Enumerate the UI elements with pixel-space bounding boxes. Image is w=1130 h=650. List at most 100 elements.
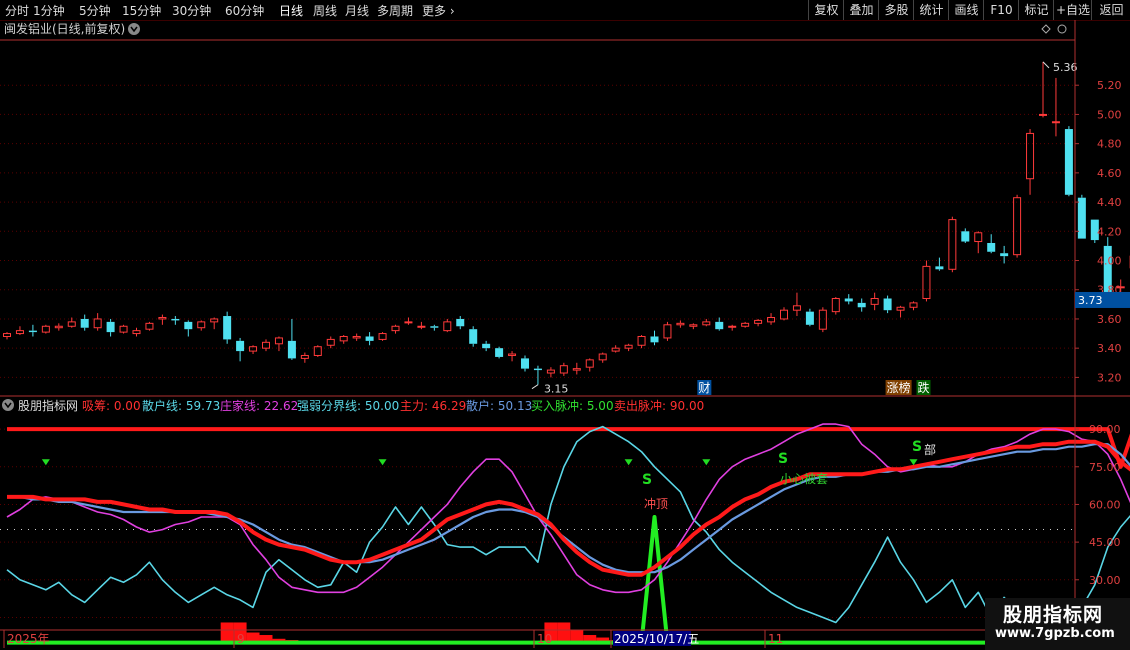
toolbar-item-3[interactable]: 15分钟 [122,2,161,19]
date-label-4: 11 [764,630,783,648]
toolbar-item-4[interactable]: 30分钟 [172,2,211,19]
event-marker-1: 涨榜 [885,380,912,395]
candle [391,324,400,334]
candle [417,321,426,330]
candle [922,260,931,302]
svg-text:2025年: 2025年 [7,632,50,646]
event-marker-2: 跌 [916,380,931,395]
svg-text:9: 9 [237,632,245,646]
candle [443,318,452,333]
toolbar-item-0[interactable]: 分时 [5,2,29,19]
candle [158,314,167,325]
svg-text:跌: 跌 [918,380,930,395]
candle [210,317,219,330]
candle [533,365,542,385]
toolbar-right-0[interactable]: 复权 [808,0,844,20]
stock-title: 闽发铝业(日线,前复权) [4,21,125,36]
toolbar-right-1[interactable]: 叠加 [843,0,879,20]
candle [883,295,892,314]
toolbar-right-5[interactable]: F10 [983,0,1019,20]
candle [663,321,672,341]
watermark-url: www.7gpzb.com [995,626,1115,641]
main-tick-label: 4.80 [1097,138,1122,151]
indicator-param-0: 吸筹: 0.00 [82,399,141,413]
candle [974,231,983,254]
toolbar: 分时 1分钟 5分钟 15分钟 30分钟 60分钟 日线 周线 月线 多周期 更多 › 复权 叠加 多股统… [0,0,1130,21]
main-tick-label: 3.20 [1097,371,1122,384]
candle [521,355,529,372]
main-tick-label: 4.60 [1097,167,1122,180]
main-price-panel: 闽发铝业(日线,前复权) 5.36 3.15 财 涨榜跌 [0,21,1130,396]
toolbar-right-7[interactable]: +自选 [1053,0,1092,20]
candle [67,317,76,328]
diamond-icon[interactable] [1041,24,1051,34]
indicator-header: 股朋指标网 吸筹: 0.00 散户线: 59.73 庄家线: 22.62强弱分界线: … [2,398,704,413]
chevron-down-icon[interactable] [2,399,14,411]
toolbar-right-2[interactable]: 多股 [878,0,914,20]
indicator-name: 股朋指标网 [18,398,78,413]
indicator-param-4: 主力: 46.29 [400,399,466,413]
ind-tick-label: 45.00 [1089,536,1121,549]
signal-triangle [702,459,711,466]
annotation-2: S [642,472,652,488]
toolbar-right-8[interactable]: 返回 [1091,0,1130,20]
candle [715,317,724,331]
candle [365,332,374,346]
candle [961,228,970,243]
candle [482,340,491,352]
svg-text:财: 财 [698,381,710,395]
toolbar-item-2[interactable]: 5分钟 [79,2,111,19]
toolbar-item-1[interactable]: 1分钟 [33,2,65,19]
toolbar-item-10[interactable]: 更多 › [422,2,455,19]
toolbar-item-9[interactable]: 多周期 [377,2,413,19]
indicator-param-2: 庄家线: 22.62 [220,398,298,413]
candle [274,336,283,352]
circle-icon[interactable] [1057,24,1067,34]
annotation-0: 冲顶 [644,496,668,511]
toolbar-right-6[interactable]: 标记 [1018,0,1054,20]
svg-text:涨榜: 涨榜 [887,380,911,395]
low-pointer [531,384,539,390]
candle [611,345,620,353]
candle [171,316,180,325]
toolbar-right-4[interactable]: 画线 [948,0,984,20]
accumulation-bar [557,622,571,643]
toolbar-item-6[interactable]: 日线 [279,2,303,19]
candle [300,352,309,363]
ind-tick-label: 75.00 [1089,461,1121,474]
candle [857,298,866,312]
toolbar-item-5[interactable]: 60分钟 [225,2,264,19]
candle [249,345,258,355]
date-label-2: 10 [533,630,552,648]
candle [754,318,763,327]
candle [1039,61,1047,118]
candle [896,305,905,318]
candle [689,323,698,330]
candle [223,311,232,344]
candle [508,351,517,362]
price-tag: 3.73 [1075,291,1130,308]
watermark-title: 股朋指标网 [1003,604,1104,626]
main-tick-label: 3.60 [1097,313,1122,326]
candle [870,292,879,311]
candle [1026,129,1035,195]
toolbar-item-7[interactable]: 周线 [313,2,337,19]
candle [262,339,270,352]
candle [197,320,206,331]
series-卖出脉冲 [7,427,1130,469]
candle [935,257,944,271]
indicator-param-5: 散户: 50.13 [466,398,532,413]
signal-triangle [378,459,387,466]
candle [741,321,750,328]
candle [637,335,646,349]
indicator-panel: 股朋指标网 吸筹: 0.00 散户线: 59.73 庄家线: 22.62强弱分界线: … [0,398,1130,645]
candle [1077,194,1086,239]
ind-tick-label: 60.00 [1089,498,1121,511]
candle [41,324,50,334]
annotation-5: 部 [924,442,936,457]
main-tick-label: 4.40 [1097,196,1122,209]
toolbar-right-3[interactable]: 统计 [913,0,949,20]
toolbar-item-8[interactable]: 月线 [345,2,369,19]
chevron-down-icon[interactable] [128,23,140,35]
candle [844,294,853,305]
